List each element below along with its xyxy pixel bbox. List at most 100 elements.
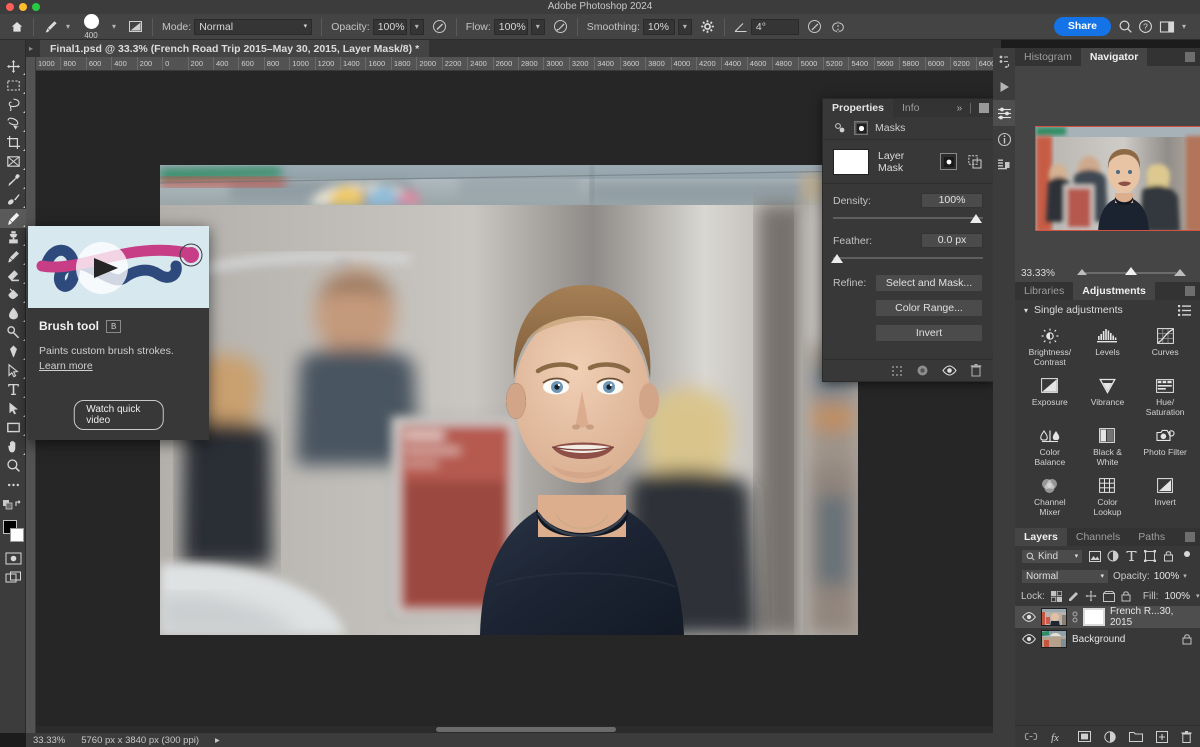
workspace-switcher[interactable]: ▾ [1155, 14, 1194, 40]
edit-toolbar-button[interactable] [0, 475, 26, 494]
tab-libraries[interactable]: Libraries [1015, 282, 1073, 300]
chevron-down-icon[interactable]: ▾ [410, 19, 424, 35]
list-view-icon[interactable] [1178, 305, 1191, 316]
adjustment-color-lookup[interactable]: ColorLookup [1079, 474, 1137, 520]
adjustment-levels[interactable]: Levels [1079, 324, 1137, 370]
tab-layers[interactable]: Layers [1015, 528, 1067, 546]
watch-quick-video-button[interactable]: Watch quick video [73, 400, 164, 430]
status-zoom-level[interactable]: 33.33% [33, 735, 65, 746]
lock-position-icon[interactable] [1085, 589, 1097, 604]
toggle-mask-icon[interactable] [942, 365, 957, 376]
filter-toggle-icon[interactable] [1181, 549, 1194, 564]
screen-mode-button[interactable] [0, 568, 26, 587]
feather-slider[interactable] [833, 254, 983, 264]
lock-artboard-icon[interactable] [1103, 589, 1115, 604]
lock-image-icon[interactable] [1068, 589, 1079, 604]
filter-type-icon[interactable] [1125, 549, 1138, 564]
hand-tool[interactable] [0, 437, 26, 456]
eyedropper-tool[interactable] [0, 171, 26, 190]
chevron-down-icon[interactable]: ▾ [1178, 19, 1190, 35]
pressure-size-toggle[interactable] [803, 14, 826, 40]
link-layers-icon[interactable] [1024, 732, 1038, 741]
smoothing-input[interactable]: 10% [643, 19, 675, 35]
layer-name[interactable]: French R...30, 2015 [1110, 606, 1194, 628]
density-slider[interactable] [833, 214, 983, 224]
new-layer-icon[interactable] [1156, 731, 1168, 743]
blur-tool[interactable] [0, 304, 26, 323]
panel-menu-icon[interactable] [1185, 52, 1195, 62]
rectangle-tool[interactable] [0, 418, 26, 437]
lock-all-icon[interactable] [1121, 589, 1131, 604]
flow-input[interactable]: 100% [494, 19, 528, 35]
color-range-button[interactable]: Color Range... [875, 299, 983, 317]
adjustments-rail-icon[interactable] [993, 100, 1015, 126]
smoothing-options-button[interactable] [696, 14, 719, 40]
tab-navigator[interactable]: Navigator [1081, 48, 1147, 66]
gradient-tool[interactable] [0, 285, 26, 304]
slider-handle-icon[interactable] [831, 254, 843, 263]
crop-tool[interactable] [0, 133, 26, 152]
adjustment-exposure[interactable]: Exposure [1021, 374, 1079, 420]
adjustment-vibrance[interactable]: Vibrance [1079, 374, 1137, 420]
add-mask-icon[interactable] [1078, 731, 1091, 742]
document-tab[interactable]: Final1.psd @ 33.3% (French Road Trip 201… [40, 40, 429, 57]
adjustment-photo-filter[interactable]: Photo Filter [1136, 424, 1194, 470]
share-button[interactable]: Share [1050, 14, 1115, 40]
zoom-in-icon[interactable] [1174, 269, 1186, 276]
filter-smart-icon[interactable] [1162, 549, 1175, 564]
fill-value[interactable]: 100% [1164, 591, 1190, 602]
filter-shape-icon[interactable] [1144, 549, 1157, 564]
search-button[interactable] [1115, 17, 1135, 37]
table-row[interactable]: French R...30, 2015 [1015, 606, 1200, 628]
feather-input[interactable]: 0.0 px [921, 233, 983, 248]
adjustment-invert[interactable]: Invert [1136, 474, 1194, 520]
dodge-tool[interactable] [0, 323, 26, 342]
opacity-input[interactable]: 100% [373, 19, 407, 35]
new-group-icon[interactable] [1129, 731, 1143, 742]
navigator-thumbnail[interactable] [1035, 126, 1200, 231]
mask-options-icon[interactable] [966, 153, 983, 170]
pixel-mask-icon[interactable] [833, 121, 847, 135]
tab-channels[interactable]: Channels [1067, 528, 1129, 546]
chevron-down-icon[interactable]: ▾ [1024, 306, 1028, 315]
lasso-tool[interactable] [0, 95, 26, 114]
layer-visibility-toggle[interactable] [1021, 632, 1036, 647]
tab-info[interactable]: Info [893, 99, 929, 117]
chevron-down-icon[interactable]: ▾ [1183, 572, 1187, 580]
history-brush-tool[interactable] [0, 247, 26, 266]
apply-mask-icon[interactable] [916, 364, 929, 377]
info-rail-icon[interactable] [993, 126, 1015, 152]
density-input[interactable]: 100% [921, 193, 983, 208]
brush-tool[interactable] [0, 209, 26, 228]
invert-button[interactable]: Invert [875, 324, 983, 342]
adjustment-curves[interactable]: Curves [1136, 324, 1194, 370]
airbrush-toggle[interactable] [549, 14, 572, 40]
select-subject-icon[interactable] [940, 153, 957, 170]
learn-more-link[interactable]: Learn more [39, 360, 93, 372]
delete-mask-icon[interactable] [970, 364, 982, 377]
select-and-mask-button[interactable]: Select and Mask... [875, 274, 983, 292]
tab-histogram[interactable]: Histogram [1015, 48, 1081, 66]
layer-style-fx-icon[interactable]: fx [1051, 731, 1065, 743]
type-tool[interactable] [0, 380, 26, 399]
chevron-down-icon[interactable]: ▾ [531, 19, 545, 35]
adjustment-brightness-contrast[interactable]: Brightness/Contrast [1021, 324, 1079, 370]
panel-menu-icon[interactable] [1185, 286, 1195, 296]
pressure-opacity-toggle[interactable] [428, 14, 451, 40]
move-tool[interactable] [0, 57, 26, 76]
blend-mode-select[interactable]: Normal ▾ [1021, 569, 1109, 584]
help-button[interactable]: ? [1135, 17, 1155, 37]
chevron-down-icon[interactable]: ▾ [678, 19, 692, 35]
play-icon[interactable] [993, 74, 1015, 100]
layer-thumbnail[interactable] [1041, 608, 1067, 626]
path-selection-tool[interactable] [0, 361, 26, 380]
pen-tool[interactable] [0, 342, 26, 361]
slider-handle-icon[interactable] [970, 214, 982, 223]
rectangular-marquee-tool[interactable] [0, 76, 26, 95]
layer-name[interactable]: Background [1072, 634, 1174, 645]
layer-thumbnail[interactable] [1041, 630, 1067, 648]
navigator-zoom-value[interactable]: 33.33% [1021, 268, 1061, 279]
symmetry-button[interactable] [826, 14, 850, 40]
chevron-down-icon[interactable]: ▾ [62, 19, 74, 35]
brush-preset-picker[interactable]: ▾ [39, 14, 78, 40]
